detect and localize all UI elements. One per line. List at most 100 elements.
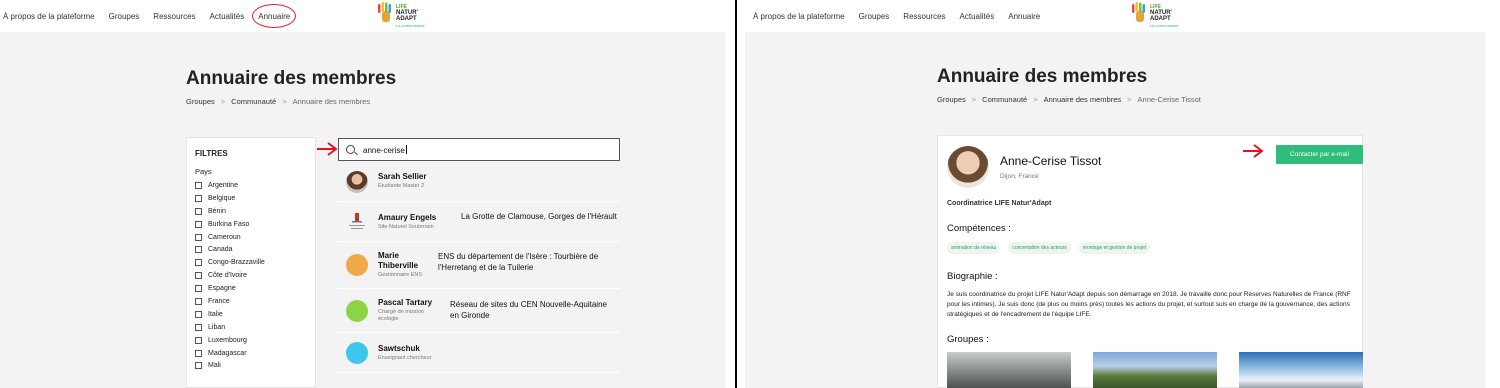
contact-email-button[interactable]: Contacter par e-mail — [1276, 145, 1363, 164]
member-results: Sarah Sellier Etudiante Master 2 Amaury … — [338, 162, 620, 373]
nav-link-resources[interactable]: Ressources — [153, 12, 195, 21]
nav-link-about[interactable]: À propos de la plateforme — [753, 12, 845, 21]
logo-text-natur: NATUR' — [1150, 10, 1172, 16]
skill-tag[interactable]: concertation des acteurs — [1008, 242, 1071, 254]
profile-card: Anne-Cerise Tissot Dijon, France Contact… — [937, 135, 1363, 388]
logo-text-community: La communauté — [396, 23, 425, 28]
skill-tag[interactable]: montage et gestion de projet — [1078, 242, 1151, 254]
country-option[interactable]: France — [195, 295, 265, 308]
group-image[interactable] — [1239, 352, 1363, 388]
country-option[interactable]: Canada — [195, 243, 265, 256]
logo-text-name: NATUR' ADAPT — [1150, 10, 1172, 23]
checkbox[interactable] — [195, 362, 202, 370]
checkbox[interactable] — [195, 272, 202, 280]
checkbox[interactable] — [195, 310, 202, 318]
checkbox[interactable] — [195, 285, 202, 293]
logo-text-community: La communauté — [1150, 23, 1179, 28]
country-label: Côte d'Ivoire — [208, 272, 248, 280]
screenshot-stage: À propos de la plateforme Groupes Ressou… — [0, 0, 1500, 388]
filters-panel: FILTRES Pays Argentine Belgique Bénin Bu… — [186, 137, 316, 388]
checkbox[interactable] — [195, 181, 202, 189]
profile-location: Dijon, France — [1000, 173, 1039, 180]
nav-link-groups[interactable]: Groupes — [859, 12, 890, 21]
country-label: Liban — [208, 323, 226, 331]
breadcrumb-community[interactable]: Communauté — [231, 97, 276, 106]
nav-link-resources[interactable]: Ressources — [903, 12, 945, 21]
member-row[interactable]: Sawtschuk Enseignant chercheur — [338, 333, 620, 373]
top-nav: À propos de la plateforme Groupes Ressou… — [0, 0, 725, 32]
member-row[interactable]: Marie Thiberville Gestionnaire ENS ENS d… — [338, 242, 620, 289]
country-option[interactable]: Burkina Faso — [195, 218, 265, 231]
country-option[interactable]: Bénin — [195, 205, 265, 218]
nav-link-news[interactable]: Actualités — [210, 12, 245, 21]
nav-link-directory[interactable]: Annuaire — [1008, 12, 1040, 21]
breadcrumb-separator: > — [282, 97, 287, 106]
breadcrumb-community[interactable]: Communauté — [982, 95, 1027, 104]
country-option[interactable]: Liban — [195, 321, 265, 334]
logo-text-adapt: ADAPT — [396, 16, 417, 23]
nav-link-news[interactable]: Actualités — [960, 12, 995, 21]
country-option[interactable]: Mali — [195, 359, 265, 372]
group-image[interactable] — [947, 352, 1071, 388]
checkbox[interactable] — [195, 323, 202, 331]
breadcrumb-current: Anne-Cerise Tissot — [1137, 95, 1201, 104]
profile-name: Anne-Cerise Tissot — [1000, 154, 1102, 168]
red-arrow-icon — [317, 142, 338, 156]
breadcrumb: Groupes > Communauté > Annuaire des memb… — [937, 95, 1201, 104]
country-option[interactable]: Italie — [195, 308, 265, 321]
country-option[interactable]: Congo-Brazzaville — [195, 256, 265, 269]
checkbox[interactable] — [195, 349, 202, 357]
member-name: Amaury Engels — [378, 213, 437, 222]
nav-link-groups[interactable]: Groupes — [109, 12, 140, 21]
group-image[interactable] — [1093, 352, 1217, 388]
checkbox[interactable] — [195, 194, 202, 202]
country-option[interactable]: Espagne — [195, 282, 265, 295]
avatar — [346, 254, 368, 276]
country-label: Bénin — [208, 207, 226, 215]
country-label: Cameroun — [208, 233, 241, 241]
nav-links: À propos de la plateforme Groupes Ressou… — [753, 12, 1040, 21]
country-option[interactable]: Côte d'Ivoire — [195, 269, 265, 282]
skills-heading: Compétences : — [947, 223, 1011, 234]
skill-tag[interactable]: animation de réseau — [947, 242, 1001, 254]
page-title: Annuaire des membres — [186, 68, 397, 89]
left-panel: À propos de la plateforme Groupes Ressou… — [0, 0, 725, 388]
member-name: Sarah Sellier — [378, 172, 427, 181]
site-logo[interactable]: LIFE NATUR' ADAPT La communauté — [376, 2, 432, 28]
nav-link-directory[interactable]: Annuaire — [252, 3, 297, 28]
checkbox[interactable] — [195, 220, 202, 228]
checkbox[interactable] — [195, 233, 202, 241]
checkbox[interactable] — [195, 336, 202, 344]
member-row[interactable]: Sarah Sellier Etudiante Master 2 — [338, 162, 620, 202]
breadcrumb: Groupes > Communauté > Annuaire des memb… — [186, 97, 370, 106]
checkbox[interactable] — [195, 259, 202, 267]
avatar — [346, 342, 368, 364]
text-caret — [405, 145, 407, 154]
bio-text: Je suis coordinatrice du projet LIFE Nat… — [947, 291, 1351, 319]
country-option[interactable]: Argentine — [195, 179, 265, 192]
country-label: Argentine — [208, 181, 238, 189]
country-option[interactable]: Luxembourg — [195, 334, 265, 347]
member-name: Pascal Tartary — [378, 298, 433, 307]
country-label: Congo-Brazzaville — [208, 259, 265, 267]
groups-heading: Groupes : — [947, 334, 989, 345]
breadcrumb-groups[interactable]: Groupes — [937, 95, 966, 104]
country-option[interactable]: Madagascar — [195, 347, 265, 360]
profile-role: Coordinatrice LIFE Natur'Adapt — [947, 200, 1052, 207]
checkbox[interactable] — [195, 246, 202, 254]
member-organisation: La Grotte de Clamouse, Gorges de l'Hérau… — [461, 212, 617, 221]
breadcrumb-groups[interactable]: Groupes — [186, 97, 215, 106]
member-row[interactable]: Pascal Tartary Chargé de mission écologi… — [338, 289, 620, 333]
checkbox[interactable] — [195, 297, 202, 305]
country-label: Mali — [208, 362, 221, 370]
breadcrumb-directory[interactable]: Annuaire des membres — [1044, 95, 1122, 104]
site-logo[interactable]: LIFE NATUR' ADAPT La communauté — [1130, 2, 1186, 28]
checkbox[interactable] — [195, 207, 202, 215]
country-option[interactable]: Cameroun — [195, 231, 265, 244]
member-row[interactable]: Amaury Engels Site Naturel Souterrain La… — [338, 202, 620, 242]
member-role: Chargé de mission écologie — [378, 309, 424, 323]
search-input[interactable]: anne-cerise — [338, 138, 620, 161]
country-option[interactable]: Belgique — [195, 192, 265, 205]
nav-link-about[interactable]: À propos de la plateforme — [3, 12, 95, 21]
member-organisation: ENS du département de l'Isère : Tourbièr… — [438, 252, 599, 273]
